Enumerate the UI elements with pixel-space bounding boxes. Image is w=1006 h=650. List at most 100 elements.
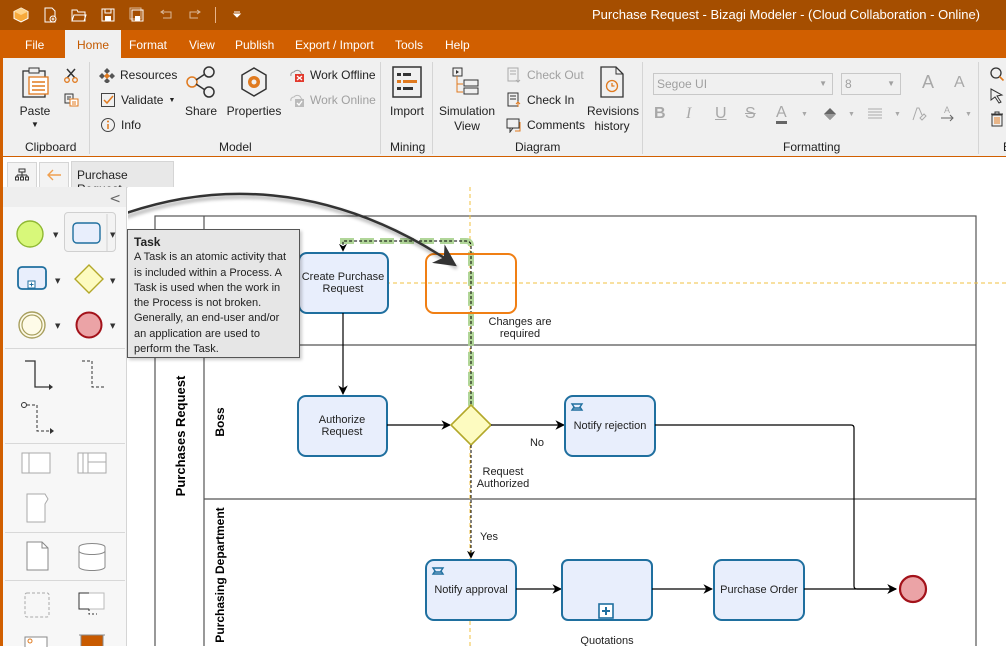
resources-button[interactable]: Resources <box>99 67 177 83</box>
chevron-down-icon[interactable]: ▼ <box>53 231 58 239</box>
clipboard-group-label: Clipboard <box>25 140 77 154</box>
simulation-icon <box>452 67 479 95</box>
milestone-shape[interactable] <box>25 492 51 527</box>
undo-icon[interactable] <box>151 5 180 25</box>
clear-format-icon[interactable] <box>911 106 927 127</box>
font-size-select[interactable]: 8 ▼ <box>841 73 901 95</box>
check-out-button[interactable]: Check Out <box>506 67 584 83</box>
paste-button[interactable]: Paste ▼ <box>17 66 53 131</box>
subprocess-shape[interactable] <box>17 265 49 294</box>
check-in-button[interactable]: Check In <box>506 92 574 108</box>
new-file-icon[interactable] <box>35 5 64 25</box>
validate-dropdown-icon[interactable]: ▼ <box>168 97 175 104</box>
task-notify-approval[interactable]: Notify approval <box>425 559 517 621</box>
chevron-down-icon[interactable]: ▼ <box>894 110 901 118</box>
task-purchase-order[interactable]: Purchase Order <box>713 559 805 621</box>
lane-shape[interactable] <box>77 452 109 479</box>
message-flow-shape[interactable] <box>19 400 59 439</box>
properties-label: Properties <box>226 104 282 118</box>
data-object-shape[interactable] <box>25 540 51 575</box>
menu-export-import[interactable]: Export / Import <box>283 30 386 58</box>
validate-button[interactable]: Validate ▼ <box>100 92 175 108</box>
align-icon[interactable] <box>867 106 883 127</box>
cut-button[interactable] <box>63 67 79 83</box>
font-color-icon[interactable]: A <box>776 105 787 124</box>
chevron-down-icon[interactable]: ▼ <box>110 231 115 239</box>
subprocess-quotations[interactable] <box>561 559 653 621</box>
association-shape[interactable] <box>78 359 114 396</box>
header-shape[interactable] <box>79 632 107 649</box>
select-button[interactable] <box>989 88 1005 104</box>
start-event-shape[interactable] <box>15 219 45 252</box>
open-folder-icon[interactable] <box>64 5 93 25</box>
menu-home[interactable]: Home <box>65 30 122 59</box>
properties-button[interactable]: Properties <box>225 66 283 119</box>
task-authorize-request[interactable]: Authorize Request <box>297 395 388 457</box>
tab-purchase-request[interactable]: Purchase Request <box>71 161 174 196</box>
chevron-down-icon[interactable]: ▼ <box>110 322 115 330</box>
chevron-down-icon[interactable]: ▼ <box>965 110 972 118</box>
chevron-down-icon[interactable]: ▼ <box>55 277 60 285</box>
save-all-icon[interactable] <box>122 5 151 25</box>
revisions-history-button[interactable]: Revisions history <box>587 66 639 134</box>
comments-button[interactable]: Comments <box>506 117 585 133</box>
back-button[interactable] <box>39 162 69 188</box>
paste-label: Paste <box>19 104 51 118</box>
paste-dropdown-icon[interactable]: ▼ <box>17 119 53 131</box>
end-event-shape[interactable] <box>74 310 104 343</box>
tooltip-line: the Process is not broken. <box>134 297 262 310</box>
chevron-down-icon[interactable]: ▼ <box>801 110 808 118</box>
chevron-down-icon[interactable]: ▼ <box>110 277 115 285</box>
bold-icon[interactable]: B <box>654 105 666 123</box>
share-button[interactable]: Share <box>183 66 219 119</box>
copy-button[interactable] <box>63 92 79 108</box>
work-offline-button[interactable]: Work Offline <box>289 67 376 83</box>
shrink-font-icon[interactable]: A <box>954 74 965 92</box>
save-icon[interactable] <box>93 5 122 25</box>
gateway-shape[interactable] <box>73 263 105 298</box>
work-online-button[interactable]: Work Online <box>289 92 376 108</box>
tooltip-line: an application are used to <box>134 327 260 340</box>
simulation-view-button[interactable]: Simulation View <box>437 66 497 134</box>
svg-text:A: A <box>944 105 950 115</box>
customize-toolbar-icon[interactable] <box>222 5 251 25</box>
task-shape-selected[interactable] <box>64 212 116 252</box>
info-button[interactable]: Info <box>100 117 141 133</box>
pool-shape[interactable] <box>21 452 53 479</box>
sequence-flow-shape[interactable] <box>21 359 57 396</box>
menu-format[interactable]: Format <box>117 30 179 58</box>
trash-icon <box>991 111 1003 127</box>
menu-file[interactable]: File <box>13 30 56 58</box>
intermediate-event-shape[interactable] <box>17 310 47 343</box>
fill-color-icon[interactable] <box>821 106 839 127</box>
annotation-shape[interactable] <box>77 591 109 624</box>
find-button[interactable] <box>989 66 1005 82</box>
end-event[interactable] <box>898 574 928 604</box>
menu-publish[interactable]: Publish <box>223 30 286 58</box>
diagram-map-button[interactable] <box>7 162 37 188</box>
app-logo-icon[interactable] <box>6 5 35 25</box>
import-button[interactable]: Import <box>387 66 427 119</box>
italic-icon[interactable]: I <box>686 105 691 123</box>
menu-help[interactable]: Help <box>433 30 482 58</box>
collapse-palette-icon[interactable]: < <box>109 191 121 207</box>
underline-icon[interactable]: U <box>715 105 727 123</box>
task-label: Notify rejection <box>574 420 647 432</box>
task-create-purchase-request[interactable]: Create Purchase Request <box>298 252 389 314</box>
task-notify-rejection[interactable]: Notify rejection <box>564 395 656 457</box>
shapes-palette: < ▼ ▼ ▼ ▼ ▼ ▼ <box>0 187 127 650</box>
strikethrough-icon[interactable]: S <box>745 105 756 123</box>
group-shape[interactable] <box>23 591 51 622</box>
redo-icon[interactable] <box>180 5 209 25</box>
menu-view[interactable]: View <box>177 30 227 58</box>
image-shape[interactable] <box>23 635 51 650</box>
menu-tools[interactable]: Tools <box>383 30 435 58</box>
chevron-down-icon[interactable]: ▼ <box>55 322 60 330</box>
grow-font-icon[interactable]: A <box>922 72 934 93</box>
import-label: Import <box>389 104 424 118</box>
text-direction-icon[interactable]: A <box>940 104 956 127</box>
font-family-select[interactable]: Segoe UI ▼ <box>653 73 833 95</box>
chevron-down-icon[interactable]: ▼ <box>848 110 855 118</box>
data-store-shape[interactable] <box>77 542 109 575</box>
delete-button[interactable] <box>989 111 1005 127</box>
